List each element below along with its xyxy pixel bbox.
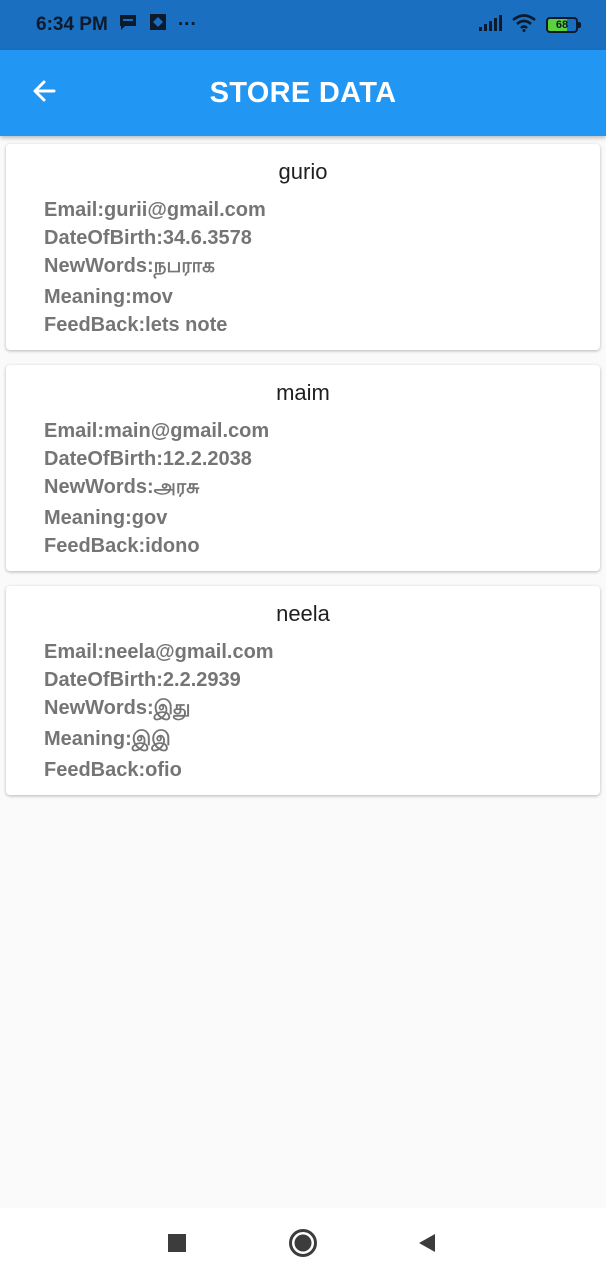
home-circle-icon [288, 1228, 318, 1263]
record-dob: DateOfBirth:34.6.3578 [44, 227, 252, 249]
record-dob: DateOfBirth:12.2.2038 [44, 448, 252, 470]
record-name: gurio [278, 159, 328, 184]
record-email: Email:neela@gmail.com [44, 641, 274, 663]
record-meaning: Meaning:gov [44, 507, 168, 529]
status-time: 6:34 PM [36, 14, 108, 35]
record-name: neela [276, 601, 330, 626]
record-feedback: FeedBack:ofio [44, 759, 182, 781]
record-feedback: FeedBack:lets note [44, 314, 228, 336]
record-name: maim [276, 380, 330, 405]
system-nav-bar [0, 1208, 606, 1280]
record-email: Email:gurii@gmail.com [44, 199, 266, 221]
message-icon [118, 13, 138, 37]
record-card[interactable]: maim Email:main@gmail.com DateOfBirth:12… [6, 365, 600, 571]
status-right: 68 [478, 13, 581, 37]
record-card[interactable]: neela Email:neela@gmail.com DateOfBirth:… [6, 586, 600, 795]
back-triangle-icon [416, 1232, 438, 1259]
app-icon [148, 12, 168, 38]
page-title: STORE DATA [209, 76, 397, 109]
arrow-left-icon [30, 77, 58, 110]
wifi-icon [512, 13, 536, 37]
record-feedback: FeedBack:idono [44, 535, 200, 557]
record-meaning: Meaning:இஇ [44, 728, 171, 750]
record-email: Email:main@gmail.com [44, 420, 270, 442]
recents-square-icon [167, 1233, 187, 1258]
home-button[interactable] [288, 1228, 318, 1263]
record-meaning: Meaning:mov [44, 286, 173, 308]
back-button[interactable] [22, 71, 66, 115]
recents-button[interactable] [162, 1230, 192, 1260]
more-notifications-icon: ··· [177, 14, 197, 35]
record-dob: DateOfBirth:2.2.2939 [44, 669, 241, 691]
record-newwords: NewWords:நபராக [44, 255, 215, 277]
signal-icon [478, 14, 502, 37]
status-left: 6:34 PM ··· [36, 12, 197, 38]
status-bar: 6:34 PM ··· 68 [0, 0, 606, 50]
battery-level: 68 [555, 19, 569, 31]
system-back-button[interactable] [412, 1230, 442, 1260]
record-newwords: NewWords:இது [44, 697, 191, 719]
record-card[interactable]: gurio Email:gurii@gmail.com DateOfBirth:… [6, 144, 600, 350]
battery-icon: 68 [546, 17, 581, 33]
record-newwords: NewWords:அரசு [44, 476, 200, 498]
app-bar: STORE DATA [0, 50, 606, 136]
